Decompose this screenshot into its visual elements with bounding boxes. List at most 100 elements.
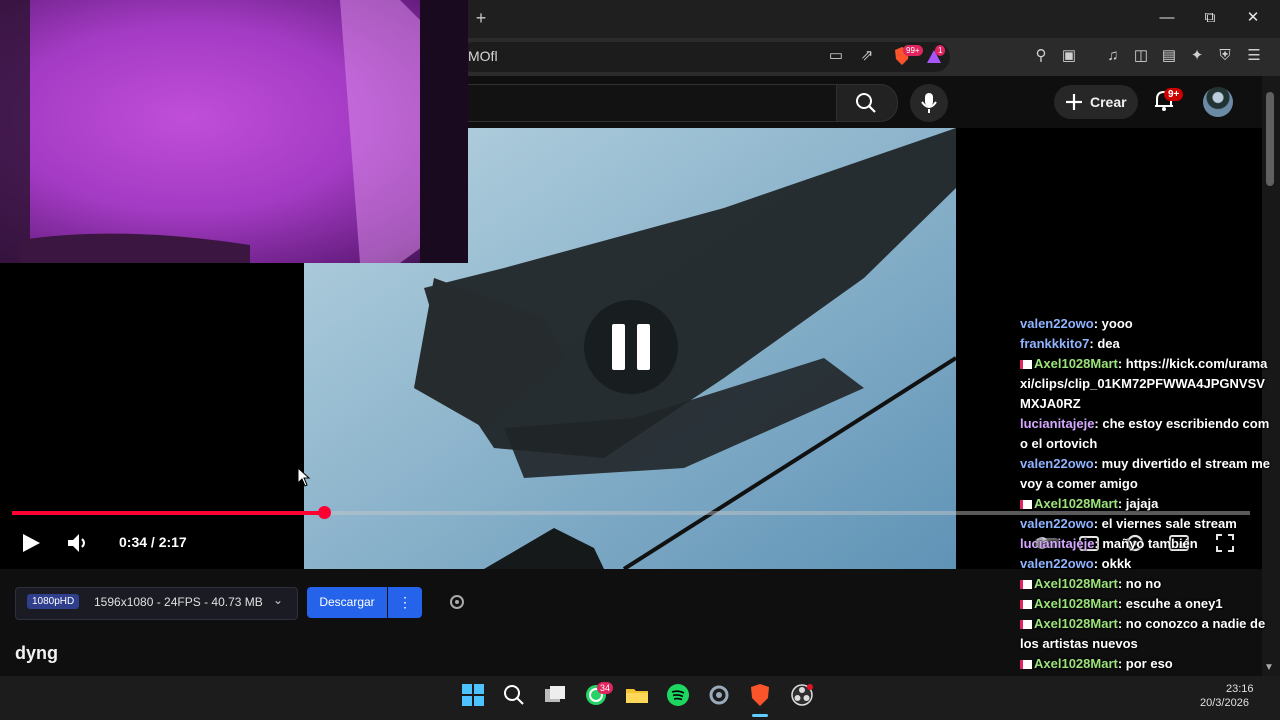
chat-message: lucianitajeje: che estoy escribiendo com…	[1020, 414, 1272, 454]
chat-username[interactable]: Axel1028Mart	[1034, 496, 1118, 511]
download-settings-icon[interactable]	[448, 593, 466, 611]
chat-message: frankkkito7: dea	[1020, 334, 1272, 354]
vpn-icon[interactable]: ⛨	[1215, 46, 1235, 66]
chat-message: Axel1028Mart: por eso	[1020, 654, 1272, 674]
leo-ai-icon[interactable]: ✦	[1187, 46, 1207, 66]
search-icon[interactable]	[502, 683, 528, 709]
chat-separator: :	[1117, 356, 1126, 371]
chat-text: jajaja	[1125, 496, 1159, 511]
chat-message: lucianitajeje: mañyo también	[1020, 534, 1272, 554]
brave-active-indicator	[752, 714, 768, 717]
chat-username[interactable]: valen22owo	[1020, 556, 1094, 571]
extensions-icon[interactable]: ⚲	[1031, 46, 1051, 66]
brave-icon[interactable]	[748, 683, 774, 709]
task-view-icon[interactable]	[543, 683, 569, 709]
spotify-icon[interactable]	[666, 683, 692, 709]
settings-icon[interactable]	[707, 683, 733, 709]
chat-username[interactable]: Axel1028Mart	[1034, 616, 1118, 631]
obs-svg	[791, 684, 813, 706]
chat-overlay: valen22owo: yooo frankkkito7: dea Axel1028…	[1020, 314, 1272, 714]
pause-icon	[612, 324, 650, 370]
share-icon[interactable]: ⇗	[857, 46, 877, 66]
brave-svg	[751, 684, 769, 706]
chat-text: por eso	[1125, 656, 1173, 671]
create-label: Crear	[1090, 94, 1127, 110]
scrollbar-thumb[interactable]	[1266, 92, 1274, 186]
avatar[interactable]	[1203, 87, 1233, 117]
chat-username[interactable]: frankkkito7	[1020, 336, 1089, 351]
cast-icon[interactable]: ▭	[826, 46, 846, 66]
chat-username[interactable]: Axel1028Mart	[1034, 656, 1118, 671]
chat-separator: :	[1093, 456, 1102, 471]
chat-message: Axel1028Mart: jajaja	[1020, 494, 1272, 514]
search-button[interactable]	[836, 84, 898, 122]
chat-separator: :	[1093, 516, 1102, 531]
chat-username[interactable]: lucianitajeje	[1020, 416, 1094, 431]
close-icon[interactable]: ✕	[1243, 8, 1263, 28]
chat-message: valen22owo: yooo	[1020, 314, 1272, 334]
music-icon[interactable]: ♫	[1103, 46, 1123, 66]
user-badge-icon	[1020, 360, 1032, 369]
chat-message: valen22owo: el viernes sale stream	[1020, 514, 1272, 534]
download-info: 1596x1080 - 24FPS - 40.73 MB	[94, 595, 263, 609]
download-more-button[interactable]: ⋮	[388, 587, 422, 618]
minimize-icon[interactable]: —	[1157, 8, 1177, 28]
webcam-overlay	[0, 0, 468, 263]
user-badge-icon	[1020, 620, 1032, 629]
chat-username[interactable]: valen22owo	[1020, 316, 1094, 331]
clock-date: 20/3/2026	[1200, 697, 1249, 709]
user-badge-icon	[1020, 500, 1032, 509]
webcam-scene	[0, 0, 468, 263]
chat-text: dea	[1097, 336, 1120, 351]
spotify-svg	[667, 684, 689, 706]
voice-search-button[interactable]	[910, 84, 948, 122]
screenshot-icon[interactable]: ▣	[1059, 46, 1079, 66]
chat-username[interactable]: valen22owo	[1020, 456, 1094, 471]
microphone-icon	[921, 93, 937, 113]
chat-username[interactable]: lucianitajeje	[1020, 536, 1094, 551]
quality-badge: 1080pHD	[27, 594, 80, 609]
user-badge-icon	[1020, 580, 1032, 589]
chat-username[interactable]: Axel1028Mart	[1034, 596, 1118, 611]
sidebar-icon[interactable]: ◫	[1131, 46, 1151, 66]
chat-message: Axel1028Mart: https://kick.com/uramaxi/c…	[1020, 354, 1272, 414]
wallet-icon[interactable]: ▤	[1159, 46, 1179, 66]
chevron-down-icon[interactable]: ⌄	[273, 593, 283, 607]
chat-message: valen22owo: muy divertido el stream me v…	[1020, 454, 1272, 494]
windows-start-icon[interactable]	[461, 683, 487, 709]
download-button[interactable]: Descargar	[307, 587, 387, 618]
volume-icon	[68, 534, 85, 552]
chat-text: mañyo también	[1102, 536, 1198, 551]
start-svg	[462, 684, 484, 706]
chat-separator: :	[1117, 576, 1126, 591]
dl-gear-svg	[450, 595, 464, 609]
chat-username[interactable]: Axel1028Mart	[1034, 356, 1118, 371]
restore-icon[interactable]: ⧉	[1200, 8, 1220, 28]
volume-button[interactable]	[66, 532, 90, 554]
chat-text: el viernes sale stream	[1101, 516, 1237, 531]
search-input[interactable]	[458, 84, 837, 122]
file-explorer-icon[interactable]	[625, 683, 651, 709]
chat-text: yooo	[1101, 316, 1133, 331]
chat-text: escuhe a oney1	[1125, 596, 1223, 611]
chat-username[interactable]: Axel1028Mart	[1034, 576, 1118, 591]
shields-badge: 99+	[903, 45, 923, 56]
chat-username[interactable]: valen22owo	[1020, 516, 1094, 531]
search-icon	[856, 93, 876, 113]
progress-played	[12, 511, 324, 515]
play-button[interactable]	[20, 532, 42, 554]
pause-button[interactable]	[584, 300, 678, 394]
new-tab-button[interactable]: +	[472, 8, 490, 28]
address-text: MOfl	[468, 48, 498, 64]
chat-separator: :	[1117, 616, 1126, 631]
progress-scrubber[interactable]	[317, 506, 331, 519]
chat-separator: :	[1117, 496, 1126, 511]
chat-message: Axel1028Mart: no conozco a nadie de los …	[1020, 614, 1272, 654]
tb-search-svg	[504, 685, 524, 705]
menu-icon[interactable]: ☰	[1244, 46, 1264, 66]
chat-separator: :	[1093, 556, 1102, 571]
obs-icon[interactable]	[790, 683, 816, 709]
chat-message: Axel1028Mart: escuhe a oney1	[1020, 594, 1272, 614]
chat-separator: :	[1117, 656, 1126, 671]
taskview-svg	[545, 686, 565, 702]
